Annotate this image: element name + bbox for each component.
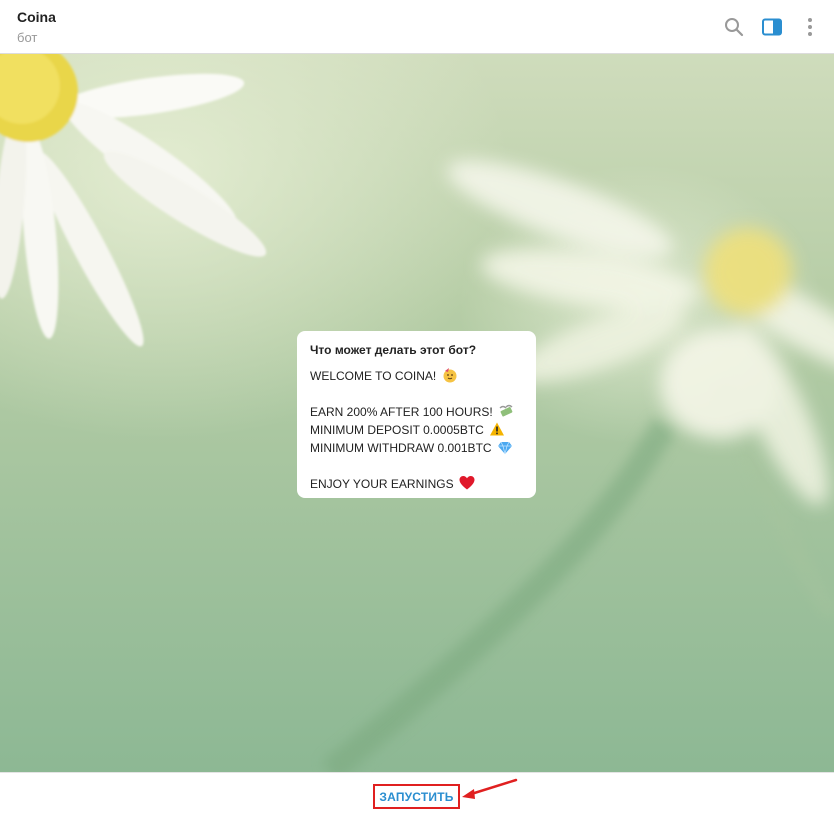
deposit-text: MINIMUM DEPOSIT 0.0005BTC <box>310 423 484 437</box>
chat-header: Coina бот <box>0 0 834 54</box>
red-arrow-pointer-icon <box>462 778 518 799</box>
bot-info-title: Что может делать этот бот? <box>310 343 477 357</box>
more-options-button[interactable] <box>798 15 822 39</box>
bottom-bar: ЗАПУСТИТЬ <box>0 772 834 818</box>
chat-title[interactable]: Coina <box>17 9 56 25</box>
warning-emoji <box>490 422 505 436</box>
gem-emoji <box>497 441 512 455</box>
search-button[interactable] <box>722 15 746 39</box>
enjoy-text: ENJOY YOUR EARNINGS <box>310 477 454 491</box>
deposit-line: MINIMUM DEPOSIT 0.0005BTC <box>310 421 523 439</box>
chat-subtitle: бот <box>17 30 38 45</box>
enjoy-line: ENJOY YOUR EARNINGS <box>310 475 523 493</box>
start-bot-button[interactable]: ЗАПУСТИТЬ <box>373 784 460 809</box>
money-with-wings-emoji <box>499 404 513 417</box>
earn-text: EARN 200% AFTER 100 HOURS! <box>310 405 493 419</box>
withdraw-text: MINIMUM WITHDRAW 0.001BTC <box>310 441 492 455</box>
welcome-text: WELCOME TO COINA! <box>310 369 437 383</box>
welcome-line: WELCOME TO COINA! <box>310 367 523 385</box>
more-vertical-icon <box>808 18 812 36</box>
chat-background: Что может делать этот бот? WELCOME TO CO… <box>0 54 834 772</box>
search-icon <box>725 18 744 37</box>
partying-face-emoji <box>443 368 457 383</box>
bot-info-card: Что может делать этот бот? WELCOME TO CO… <box>297 331 536 498</box>
red-heart-emoji <box>459 476 475 490</box>
side-panel-button[interactable] <box>760 15 784 39</box>
withdraw-line: MINIMUM WITHDRAW 0.001BTC <box>310 439 523 457</box>
side-panel-icon <box>762 18 782 36</box>
earn-line: EARN 200% AFTER 100 HOURS! <box>310 403 523 421</box>
